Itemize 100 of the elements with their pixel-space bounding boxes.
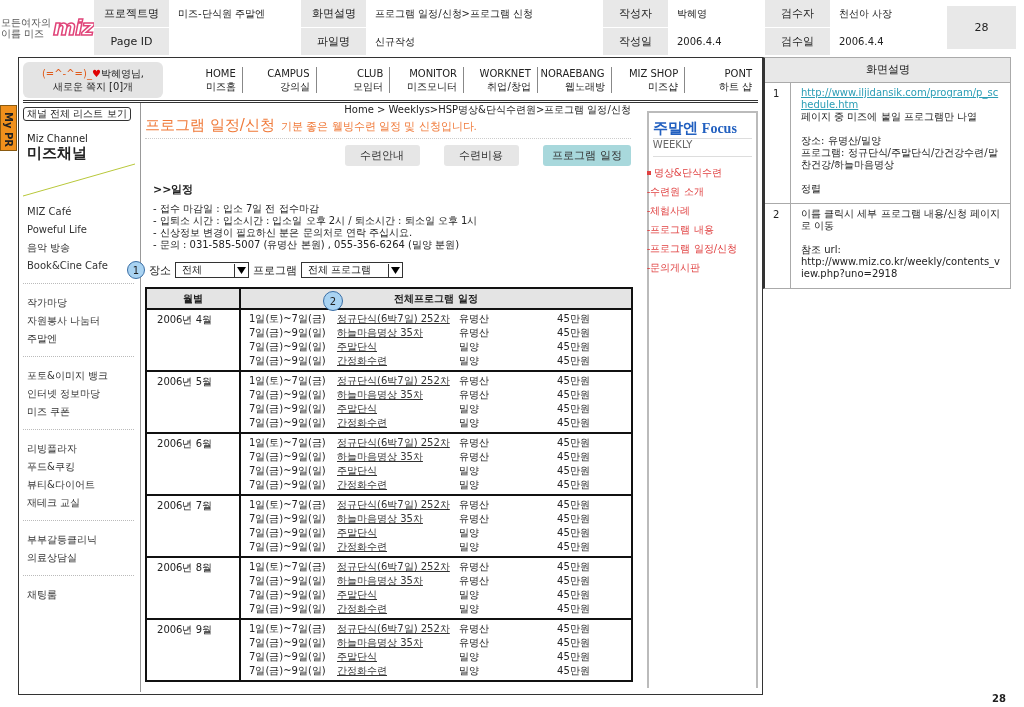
program-link[interactable]: 하늘마음명상 35차 xyxy=(337,389,423,400)
nav-item[interactable]: CLUB 모임터 xyxy=(316,67,391,93)
page-number: 28 xyxy=(992,693,1006,704)
nav-item[interactable]: PONT 하트 샵 xyxy=(685,67,758,93)
program-link[interactable]: 주말단식 xyxy=(337,527,377,538)
place-cell-text: 유명산 xyxy=(459,388,490,402)
focus-menu-item[interactable]: -체험사례 xyxy=(646,201,691,220)
tab[interactable]: 수련안내 xyxy=(344,145,420,166)
program-link[interactable]: 하늘마음명상 35차 xyxy=(337,451,423,462)
price-cell-text: 45만원 xyxy=(557,498,591,512)
sidebar-item[interactable]: 인터넷 정보마당 xyxy=(27,385,101,403)
month-cell: 2006년 5월 xyxy=(157,376,212,387)
sidebar-item[interactable]: 음악 방송 xyxy=(27,239,71,257)
focus-menu-item[interactable]: -프로그램 일정/신청 xyxy=(646,239,737,258)
place-cell-text: 밀양 xyxy=(459,478,480,492)
nav-item[interactable]: HOME 미즈홈 xyxy=(169,67,243,93)
sidebar-item[interactable]: 리빙플라자 xyxy=(27,440,77,458)
program-link[interactable]: 주말단식 xyxy=(337,341,377,352)
sidebar-item[interactable]: 푸드&쿠킹 xyxy=(27,458,75,476)
nav-item[interactable]: WORKNET 취업/창업 xyxy=(464,67,538,93)
program-link[interactable]: 주말단식 xyxy=(337,465,377,476)
program-link[interactable]: 정규단식(6박7일) 252차 xyxy=(337,313,450,324)
program-link[interactable]: 정규단식(6박7일) 252차 xyxy=(337,561,450,572)
channel-list-button[interactable]: 채널 전체 리스트 보기 xyxy=(23,107,131,121)
nav-item[interactable]: CAMPUS 강의실 xyxy=(242,67,317,93)
program-link[interactable]: 간정화수련 xyxy=(337,603,387,614)
channel-title: 미즈채널 xyxy=(27,144,88,163)
program-link[interactable]: 주말단식 xyxy=(337,403,377,414)
place-cell-text: 밀양 xyxy=(459,354,480,368)
sidebar-item[interactable]: 자원봉사 나눔터 xyxy=(27,312,101,330)
nav-item[interactable]: MONITOR 미즈모니터 xyxy=(390,67,464,93)
message-count-link[interactable]: 새로운 쪽지 [0]개 xyxy=(52,80,134,93)
sidebar-item[interactable]: 의료상담실 xyxy=(27,549,77,567)
sidebar-item[interactable]: 채팅룸 xyxy=(27,586,57,604)
program-link[interactable]: 간정화수련 xyxy=(337,665,387,676)
date-cell-text: 1일(토)~7일(금) xyxy=(249,436,327,450)
program-link[interactable]: 하늘마음명상 35차 xyxy=(337,575,423,586)
focus-menu-item[interactable]: -프로그램 내용 xyxy=(646,220,714,239)
sidebar-item[interactable]: 미즈 쿠폰 xyxy=(27,403,71,421)
price-cell-text: 45만원 xyxy=(557,526,591,540)
page-number: 28 xyxy=(947,6,1016,49)
program-link[interactable]: 정규단식(6박7일) 252차 xyxy=(337,623,450,634)
program-link[interactable]: 간정화수련 xyxy=(337,417,387,428)
month-cell: 2006년 8월 xyxy=(157,562,212,573)
info-text: - 문의 : 031-585-5007 (유명산 본원) , 055-356-6264 (밀양 분원) xyxy=(153,239,461,251)
nav-item[interactable]: MIZ SHOP 미즈샵 xyxy=(611,67,686,93)
sidebar-item[interactable]: 재테크 교실 xyxy=(27,494,81,512)
focus-menu-item[interactable]: -문의게시판 xyxy=(646,258,701,277)
annotation-marker: 1 xyxy=(127,261,145,279)
sidebar-item[interactable]: 주말엔 xyxy=(27,330,57,348)
place-dropdown[interactable]: 전체 xyxy=(175,262,249,278)
tab[interactable]: 수련비용 xyxy=(443,145,519,166)
description-text: 장소: 유명산/밀양 xyxy=(801,135,882,147)
program-link[interactable]: 간정화수련 xyxy=(337,355,387,366)
price-cell-text: 45만원 xyxy=(557,622,591,636)
description-text: 프로그램: 정규단식/주말단식/간건강수련/말찬건강/하늘마음명상 xyxy=(801,147,999,171)
program-link[interactable]: 하늘마음명상 35차 xyxy=(337,637,423,648)
program-link[interactable]: 하늘마음명상 35차 xyxy=(337,513,423,524)
program-link[interactable]: 정규단식(6박7일) 252차 xyxy=(337,437,450,448)
date-cell-text: 7일(금)~9일(일) xyxy=(249,650,327,664)
program-link[interactable]: 정규단식(6박7일) 252차 xyxy=(337,499,450,510)
logo-tagline: 모든여자의 xyxy=(1,16,51,28)
program-link[interactable]: 간정화수련 xyxy=(337,541,387,552)
tab[interactable]: 프로그램 일정 xyxy=(542,145,631,166)
price-cell-text: 45만원 xyxy=(557,588,591,602)
program-link[interactable]: 주말단식 xyxy=(337,651,377,662)
date-cell-text: 7일(금)~9일(일) xyxy=(249,326,327,340)
price-cell-text: 45만원 xyxy=(557,402,591,416)
program-dropdown[interactable]: 전체 프로그램 xyxy=(301,262,403,278)
filter-label: 프로그램 xyxy=(253,262,297,278)
sidebar-item[interactable]: 작가마당 xyxy=(27,294,67,312)
sidebar-item[interactable]: MIZ Café xyxy=(27,203,72,221)
nav-item[interactable]: NORAEBANG 웹노래방 xyxy=(537,67,612,93)
my-pr-tab[interactable]: My PR xyxy=(0,105,17,151)
header-label: 검수자 xyxy=(765,0,830,27)
header-value: 박혜영 xyxy=(676,6,708,21)
program-link[interactable]: 정규단식(6박7일) 252차 xyxy=(337,375,450,386)
header-label: 화면설명 xyxy=(301,0,366,27)
sidebar-item[interactable]: Book&Cine Cafe xyxy=(27,257,108,275)
price-cell-text: 45만원 xyxy=(557,340,591,354)
annotation-marker: 2 xyxy=(323,291,343,311)
focus-menu-item[interactable]: 명상&단식수련 xyxy=(653,163,722,182)
program-link[interactable]: 주말단식 xyxy=(337,589,377,600)
sidebar-item[interactable]: 부부갈등클리닉 xyxy=(27,531,97,549)
header-value: 2006.4.4 xyxy=(676,35,723,49)
sidebar-item[interactable]: 뷰티&다이어트 xyxy=(27,476,95,494)
date-cell-text: 1일(토)~7일(금) xyxy=(249,622,327,636)
program-link[interactable]: 하늘마음명상 35차 xyxy=(337,327,423,338)
place-cell-text: 유명산 xyxy=(459,312,490,326)
info-text: - 신상정보 변경이 필요하신 분은 문의처로 연락 주십시요. xyxy=(153,227,414,239)
price-cell-text: 45만원 xyxy=(557,512,591,526)
sidebar-item[interactable]: Poweful Life xyxy=(27,221,87,239)
sidebar-item[interactable]: 포토&이미지 뱅크 xyxy=(27,367,108,385)
program-link[interactable]: 간정화수련 xyxy=(337,479,387,490)
price-cell-text: 45만원 xyxy=(557,664,591,678)
date-cell-text: 7일(금)~9일(일) xyxy=(249,588,327,602)
focus-menu-item[interactable]: -수련원 소개 xyxy=(646,182,704,201)
place-cell-text: 유명산 xyxy=(459,560,490,574)
date-cell-text: 7일(금)~9일(일) xyxy=(249,450,327,464)
header-value: 천선아 사장 xyxy=(838,6,894,21)
